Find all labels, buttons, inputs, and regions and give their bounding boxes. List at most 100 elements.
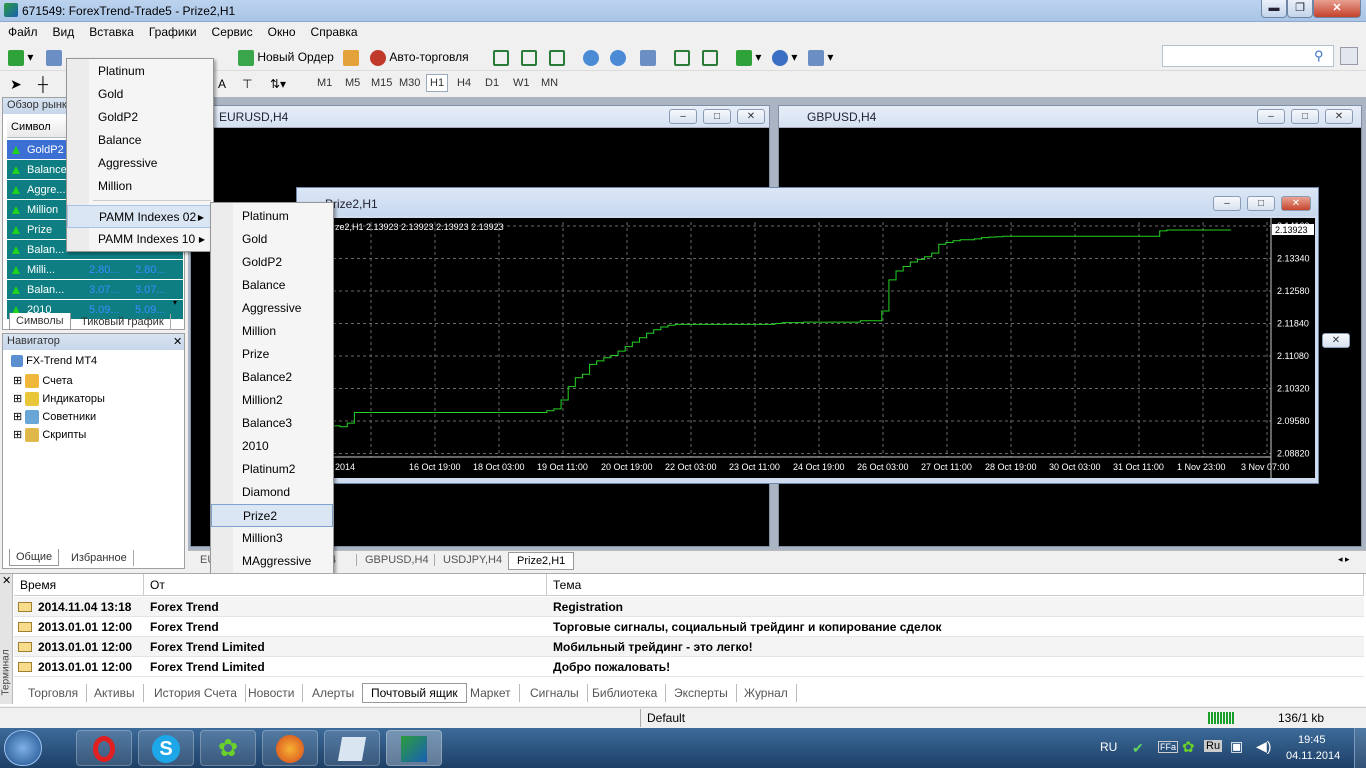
eurusd-minimize-button[interactable]: – (669, 109, 697, 124)
scroll-down-icon[interactable]: ▾ (173, 298, 177, 307)
terminal-tab[interactable]: Маркет (462, 684, 520, 702)
gbpusd-close-button[interactable]: ✕ (1325, 109, 1353, 124)
menu2-item[interactable]: Prize (211, 343, 333, 366)
tf-m15[interactable]: M15 (368, 75, 395, 91)
show-desktop-button[interactable] (1354, 728, 1366, 768)
menu-help[interactable]: Справка (303, 22, 365, 39)
chart-tab-usdjpy[interactable]: USDJPY,H4 (434, 554, 510, 566)
terminal-tab[interactable]: Библиотека (584, 684, 667, 702)
periods-icon[interactable]: ▾ (772, 47, 797, 67)
market-watch-row[interactable]: Balan... 3.07... 3.07... (7, 280, 183, 300)
menu2-item[interactable]: Platinum (211, 205, 333, 228)
col-from[interactable]: От (144, 574, 547, 596)
tf-mn[interactable]: MN (538, 75, 561, 91)
tray-date[interactable]: 04.11.2014 (1286, 750, 1340, 762)
menu2-item[interactable]: Balance2 (211, 366, 333, 389)
terminal-tab[interactable]: Торговля (20, 684, 88, 702)
menu2-item[interactable]: Platinum2 (211, 458, 333, 481)
templates-icon[interactable]: ▾ (808, 47, 833, 67)
tf-h1[interactable]: H1 (426, 74, 449, 92)
tab-symbols[interactable]: Символы (9, 313, 71, 330)
tray-network-icon[interactable]: ▣ (1230, 738, 1243, 755)
icq-icon[interactable]: ✿ (200, 730, 256, 766)
usdjpy-close-button[interactable]: ✕ (1322, 333, 1350, 348)
prize2-chart-window[interactable]: Prize2,H1 – □ ✕ 2.141002.133402.125802.1… (296, 187, 1319, 484)
menu2-item[interactable]: 2010 (211, 435, 333, 458)
terminal-tab[interactable]: Почтовый ящик (362, 683, 467, 703)
firefox-icon[interactable] (262, 730, 318, 766)
tray-volume-icon[interactable]: ◀) (1256, 738, 1271, 755)
new-order-button[interactable]: Новый Ордер (238, 47, 334, 67)
indicators-icon[interactable]: ▾ (736, 47, 761, 67)
candles-icon[interactable] (521, 47, 537, 67)
tray-check-icon[interactable]: ✔ (1132, 740, 1144, 757)
tab-general[interactable]: Общие (9, 549, 60, 566)
tile-windows-icon[interactable] (640, 47, 656, 67)
eurusd-maximize-button[interactable]: □ (703, 109, 731, 124)
search-options-icon[interactable] (1340, 47, 1358, 65)
gbpusd-maximize-button[interactable]: □ (1291, 109, 1319, 124)
prize2-maximize-button[interactable]: □ (1247, 196, 1275, 211)
nav-accounts[interactable]: ⊞ Счета (13, 374, 73, 389)
menu1-item[interactable]: Balance (67, 129, 213, 152)
autotrade-button[interactable]: Авто-торговля (370, 47, 469, 67)
tray-time[interactable]: 19:45 (1298, 734, 1326, 746)
tray-icq-icon[interactable]: ✿ (1182, 738, 1195, 756)
cursor-icon[interactable]: ➤ (10, 74, 22, 94)
menu-charts[interactable]: Графики (141, 22, 204, 39)
menu1-item[interactable]: Gold (67, 83, 213, 106)
terminal-close-icon[interactable]: ✕ (2, 574, 11, 587)
zoom-out-icon[interactable] (610, 47, 626, 67)
prize2-chart[interactable]: 2.141002.133402.125802.118402.110802.103… (305, 218, 1315, 478)
bar-chart-icon[interactable] (493, 47, 509, 67)
mail-row[interactable]: 2013.01.01 12:00 Forex Trend Торговые сигн… (14, 617, 1364, 637)
text-icon[interactable]: A (218, 74, 226, 94)
terminal-tab[interactable]: Сигналы (522, 684, 588, 702)
menu-tools[interactable]: Сервис (204, 22, 260, 39)
nav-experts[interactable]: ⊞ Советники (13, 410, 96, 425)
terminal-tab[interactable]: Эксперты (666, 684, 737, 702)
tab-favorites[interactable]: Избранное (65, 550, 134, 566)
menu2-item[interactable]: Million2 (211, 389, 333, 412)
terminal-tab[interactable]: История Счета (146, 684, 246, 702)
menu-insert[interactable]: Вставка (81, 22, 141, 39)
tf-d1[interactable]: D1 (482, 75, 502, 91)
metatrader-icon[interactable] (386, 730, 442, 766)
nav-root[interactable]: FX-Trend MT4 (11, 355, 97, 368)
menu1-item[interactable]: Platinum (67, 60, 213, 83)
opera-icon[interactable] (76, 730, 132, 766)
mail-row[interactable]: 2013.01.01 12:00 Forex Trend Limited Мобил… (14, 637, 1364, 657)
tf-w1[interactable]: W1 (510, 75, 533, 91)
arrows-icon[interactable]: ⇅▾ (270, 74, 286, 94)
skype-icon[interactable]: S (138, 730, 194, 766)
menu2-item[interactable]: Million3 (211, 527, 333, 550)
col-subject[interactable]: Тема (547, 574, 1364, 596)
tabs-scroll-icon[interactable]: ◂ ▸ (1338, 554, 1350, 565)
minimize-button[interactable]: ▬ (1261, 0, 1287, 18)
start-button[interactable] (4, 730, 42, 766)
mail-row[interactable]: 2013.01.01 12:00 Forex Trend Limited Добро… (14, 657, 1364, 677)
terminal-tab[interactable]: Активы (86, 684, 144, 702)
chart-tab-prize2[interactable]: Prize2,H1 (508, 552, 575, 570)
menu-file[interactable]: Файл (0, 22, 45, 39)
col-time[interactable]: Время (14, 574, 144, 596)
menu2-item[interactable]: Balance (211, 274, 333, 297)
eurusd-close-button[interactable]: ✕ (737, 109, 765, 124)
tray-lang-icon[interactable]: Ru (1204, 740, 1223, 752)
navigator-close-icon[interactable]: ✕ (173, 335, 182, 348)
terminal-tab[interactable]: Новости (240, 684, 304, 702)
zoom-in-icon[interactable] (583, 47, 599, 67)
menu1-item[interactable]: Aggressive (67, 152, 213, 175)
menu2-item[interactable]: GoldP2 (211, 251, 333, 274)
notes-icon[interactable] (324, 730, 380, 766)
market-watch-row[interactable]: Milli... 2.80... 2.80... (7, 260, 183, 280)
menu1-submenu-pamm02[interactable]: PAMM Indexes 02 ▶ (67, 205, 213, 228)
menu1-item[interactable]: Million (67, 175, 213, 198)
tab-tick-chart[interactable]: Тиковый график (75, 314, 171, 330)
terminal-tab[interactable]: Алерты (304, 684, 364, 702)
maximize-button[interactable]: ❐ (1287, 0, 1313, 18)
terminal-tab[interactable]: Журнал (736, 684, 797, 702)
mail-row[interactable]: 2014.11.04 13:18 Forex Trend Registration (14, 597, 1364, 617)
chart-shift-icon[interactable] (702, 47, 718, 67)
menu2-item[interactable]: Balance3 (211, 412, 333, 435)
